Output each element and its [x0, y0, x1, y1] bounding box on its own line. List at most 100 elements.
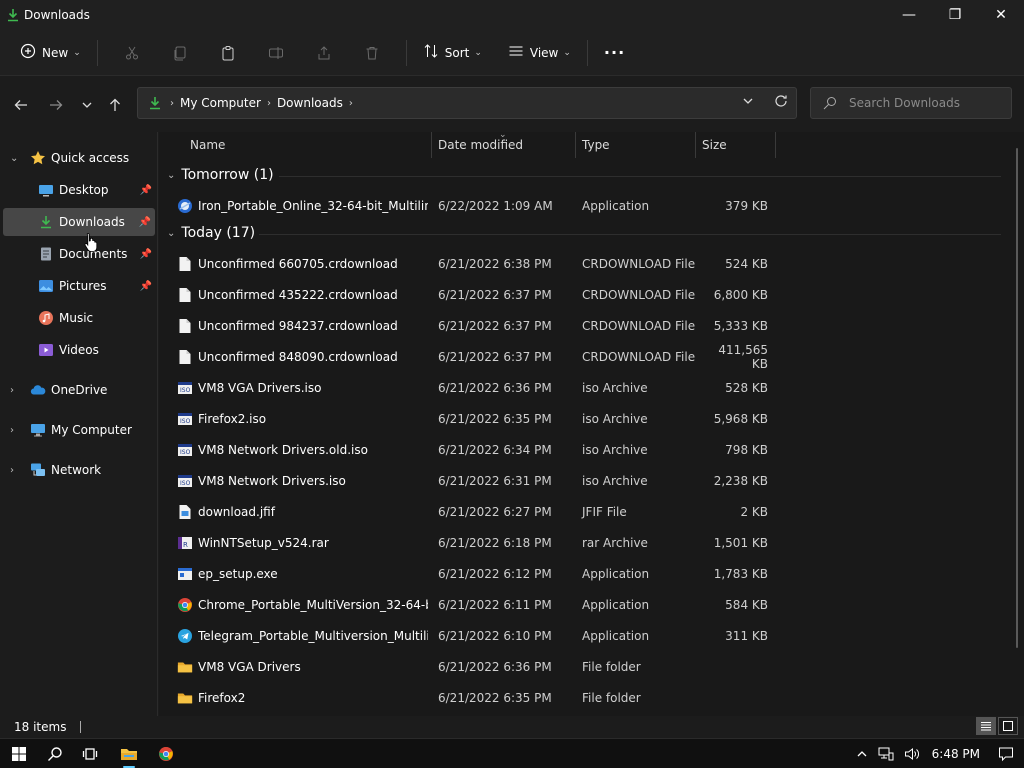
sort-button[interactable]: Sort ⌄ — [417, 37, 488, 69]
show-hidden-icons-chevron-icon[interactable] — [856, 748, 868, 760]
chevron-right-icon[interactable]: › — [10, 385, 14, 396]
table-row[interactable]: ISO VM8 Network Drivers.old.iso 6/21/2022 … — [171, 434, 1001, 465]
large-icons-view-icon[interactable] — [998, 717, 1018, 735]
paste-icon[interactable] — [204, 37, 252, 69]
file-name: VM8 VGA Drivers.iso — [198, 380, 322, 395]
pin-icon: 📌 — [138, 216, 151, 228]
search-input[interactable] — [849, 96, 1009, 110]
chevron-right-icon[interactable]: › — [10, 425, 14, 436]
view-list-icon — [508, 43, 524, 62]
address-bar[interactable]: › My Computer › Downloads › — [137, 87, 797, 119]
vertical-scrollbar[interactable] — [1016, 148, 1018, 648]
maximize-button[interactable]: ❐ — [932, 0, 978, 30]
volume-icon[interactable] — [904, 747, 920, 761]
breadcrumb-my-computer[interactable]: My Computer — [180, 96, 261, 110]
new-button[interactable]: New ⌄ — [14, 37, 87, 69]
refresh-icon[interactable] — [774, 94, 788, 111]
file-type: iso Archive — [582, 380, 648, 395]
file-explorer-icon[interactable] — [114, 742, 144, 768]
forward-arrow-icon[interactable] — [45, 94, 67, 116]
details-view-icon[interactable] — [976, 717, 996, 735]
chevron-down-icon[interactable]: ⌄ — [10, 153, 18, 164]
column-divider[interactable] — [695, 132, 696, 158]
table-row[interactable]: Unconfirmed 848090.crdownload 6/21/2022 6… — [171, 341, 1001, 372]
network-status-icon[interactable] — [878, 747, 894, 761]
sidebar-item-onedrive[interactable]: › OneDrive — [0, 376, 156, 404]
start-windows-icon[interactable] — [4, 742, 34, 766]
address-actions — [722, 94, 788, 111]
sidebar-item-pictures[interactable]: Pictures 📌 — [0, 272, 156, 300]
more-options-button[interactable]: ··· — [598, 37, 631, 69]
star-icon — [30, 150, 46, 166]
file-icon — [177, 318, 193, 334]
sidebar-item-label: Network — [51, 463, 102, 477]
close-button[interactable]: ✕ — [978, 0, 1024, 30]
file-list: Name Date modified ⌄ Type Size ⌄ Tomorro… — [159, 130, 1024, 716]
delete-icon[interactable] — [348, 37, 396, 69]
task-view-icon[interactable] — [75, 742, 105, 766]
file-type: CRDOWNLOAD File — [582, 318, 696, 333]
column-header-name[interactable]: Name — [190, 132, 225, 158]
group-header-today[interactable]: ⌄ Today (17) — [167, 220, 255, 246]
clock-time[interactable]: 6:48 PM — [932, 747, 980, 761]
table-row[interactable]: Firefox2 6/21/2022 6:35 PM File folder — [171, 682, 1001, 713]
copy-icon[interactable] — [156, 37, 204, 69]
table-row[interactable]: ISO Firefox2.iso 6/21/2022 6:35 PM iso Arch… — [171, 403, 1001, 434]
minimize-button[interactable]: — — [886, 0, 932, 30]
file-type: iso Archive — [582, 411, 648, 426]
table-row[interactable]: Unconfirmed 984237.crdownload 6/21/2022 6… — [171, 310, 1001, 341]
sidebar-item-desktop[interactable]: Desktop 📌 — [0, 176, 156, 204]
file-name: VM8 Network Drivers.iso — [198, 473, 346, 488]
sidebar-item-documents[interactable]: Documents 📌 — [0, 240, 156, 268]
table-row[interactable]: ep_setup.exe 6/21/2022 6:12 PM Application… — [171, 558, 1001, 589]
table-row[interactable]: download.jfif 6/21/2022 6:27 PM JFIF File 2… — [171, 496, 1001, 527]
sidebar-item-videos[interactable]: Videos — [0, 336, 156, 364]
up-arrow-icon[interactable] — [104, 94, 126, 116]
sidebar-item-music[interactable]: Music — [0, 304, 156, 332]
table-row[interactable]: Unconfirmed 435222.crdownload 6/21/2022 6… — [171, 279, 1001, 310]
sidebar-item-network[interactable]: › Network — [0, 456, 156, 484]
recent-locations-chevron-icon[interactable] — [76, 94, 98, 116]
sidebar-item-quick-access[interactable]: ⌄ Quick access — [0, 144, 156, 172]
address-dropdown-icon[interactable] — [742, 95, 754, 110]
file-name: Firefox2.iso — [198, 411, 267, 426]
chrome-icon[interactable] — [151, 742, 181, 766]
table-row[interactable]: Iron_Portable_Online_32-64-bit_Multiling… — [171, 190, 1001, 221]
back-arrow-icon[interactable] — [10, 94, 32, 116]
chevron-down-icon: ⌄ — [73, 47, 81, 58]
notifications-icon[interactable] — [998, 746, 1014, 762]
column-header-type[interactable]: Type — [582, 132, 610, 158]
column-header-size[interactable]: Size — [702, 132, 727, 158]
table-row[interactable]: ISO VM8 VGA Drivers.iso 6/21/2022 6:36 PM i… — [171, 372, 1001, 403]
share-icon[interactable] — [300, 37, 348, 69]
plus-circle-icon — [20, 43, 36, 62]
table-row[interactable]: VM8 VGA Drivers 6/21/2022 6:36 PM File fol… — [171, 651, 1001, 682]
file-date-modified: 6/21/2022 6:10 PM — [438, 628, 552, 643]
table-row[interactable]: ISO VM8 Network Drivers.iso 6/21/2022 6:31… — [171, 465, 1001, 496]
sidebar-item-my-computer[interactable]: › My Computer — [0, 416, 156, 444]
table-row[interactable]: Telegram_Portable_Multiversion_Multilin.… — [171, 620, 1001, 651]
image-file-icon — [177, 504, 193, 520]
svg-text:ISO: ISO — [180, 418, 191, 425]
cut-icon[interactable] — [108, 37, 156, 69]
chevron-down-icon: ⌄ — [167, 169, 176, 181]
chevron-right-icon[interactable]: › — [10, 465, 14, 476]
table-row[interactable]: Chrome_Portable_MultiVersion_32-64-bit..… — [171, 589, 1001, 620]
column-header-date-modified[interactable]: Date modified — [438, 132, 523, 158]
group-header-tomorrow[interactable]: ⌄ Tomorrow (1) — [167, 162, 274, 188]
sidebar-item-downloads[interactable]: Downloads 📌 — [3, 208, 155, 236]
file-size: 379 KB — [725, 198, 768, 213]
breadcrumb-downloads[interactable]: Downloads — [277, 96, 343, 110]
view-button[interactable]: View ⌄ — [502, 37, 577, 69]
rename-icon[interactable] — [252, 37, 300, 69]
table-row[interactable]: R WinNTSetup_v524.rar 6/21/2022 6:18 PM rar… — [171, 527, 1001, 558]
search-box[interactable] — [810, 87, 1012, 119]
column-divider[interactable] — [575, 132, 576, 158]
title-bar: Downloads — ❐ ✕ — [0, 0, 1024, 30]
column-divider[interactable] — [775, 132, 776, 158]
table-row[interactable]: Unconfirmed 660705.crdownload 6/21/2022 6… — [171, 248, 1001, 279]
search-icon[interactable] — [40, 742, 70, 766]
file-date-modified: 6/21/2022 6:38 PM — [438, 256, 552, 271]
file-type: File folder — [582, 659, 641, 674]
column-divider[interactable] — [431, 132, 432, 158]
